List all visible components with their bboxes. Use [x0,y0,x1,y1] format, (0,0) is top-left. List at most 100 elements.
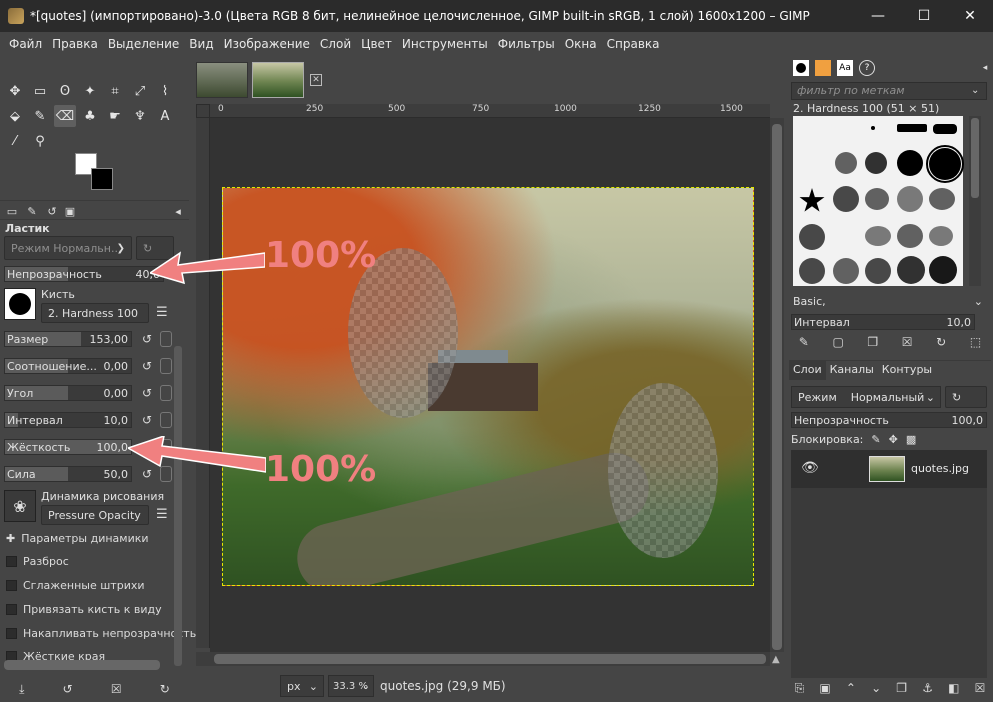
fuzzy-select-icon[interactable]: ✦ [79,80,101,102]
ratio-slider[interactable]: Соотношение... 0,00 [4,358,132,374]
delete-brush-icon[interactable]: ☒ [902,335,913,349]
open-brush-as-image-icon[interactable]: ⬚ [970,335,981,349]
spacing-slider[interactable]: Интервал 10,0 [4,412,132,428]
layer-mode-combo[interactable]: Режим Нормальный ⌄ [791,386,941,408]
angle-link-icon[interactable] [160,385,172,401]
menu-select[interactable]: Выделение [103,37,184,51]
transform-icon[interactable]: ⤢ [129,80,151,102]
smooth-stroke-checkbox-box[interactable] [6,579,17,591]
zoom-icon[interactable]: ⚲ [29,130,51,152]
dynamics-options-expander[interactable]: ✚ Параметры динамики [6,530,149,546]
brush-item[interactable] [897,150,923,176]
rect-select-icon[interactable]: ▭ [29,80,51,102]
canvas-vscroll[interactable] [770,118,784,652]
size-link-icon[interactable] [160,331,172,347]
move-tool-icon[interactable]: ✥ [4,80,26,102]
anchor-layer-icon[interactable]: ⚓ [922,681,933,695]
minimize-button[interactable]: — [855,0,901,32]
close-tab-icon[interactable]: ✕ [310,74,322,86]
menu-color[interactable]: Цвет [356,37,397,51]
raise-layer-icon[interactable]: ⌃ [846,681,856,695]
jitter-checkbox-box[interactable] [6,555,17,567]
brush-item[interactable] [897,256,925,284]
spacing-reset-icon[interactable]: ↺ [140,413,154,427]
zoom-combo[interactable]: 33.3 % ⌄ [328,675,374,697]
dynamics-name-field[interactable]: Pressure Opacity [41,505,149,525]
brush-spacing-slider[interactable]: Интервал 10,0 [791,314,975,330]
left-vscroll-thumb[interactable] [174,346,182,666]
fonts-tab-icon[interactable]: Aa [837,60,853,76]
refresh-brushes-icon[interactable]: ↻ [936,335,946,349]
brush-item[interactable] [799,258,825,284]
force-slider[interactable]: Сила 50,0 [4,466,132,482]
new-layer-group-icon[interactable]: ▣ [819,681,830,695]
clone-icon[interactable]: ♣ [79,105,101,127]
tab-paths[interactable]: Контуры [878,361,936,380]
brush-item[interactable] [799,188,825,212]
lock-position-icon[interactable]: ✥ [889,433,898,446]
brush-item[interactable] [865,258,891,284]
brush-grid[interactable] [793,116,964,286]
brush-filter-input[interactable]: фильтр по меткам [791,82,987,100]
smudge-icon[interactable]: ☛ [104,105,126,127]
menu-layer[interactable]: Слой [315,37,356,51]
device-status-tab-icon[interactable]: ✎ [24,203,40,219]
lower-layer-icon[interactable]: ⌄ [871,681,881,695]
brush-item[interactable] [871,126,875,130]
tab-layers[interactable]: Слои [789,361,826,380]
incremental-checkbox[interactable]: Накапливать непрозрачность [6,625,196,641]
jitter-checkbox[interactable]: Разброс [6,553,69,569]
restore-preset-icon[interactable]: ↺ [63,682,73,696]
text-tool-icon[interactable]: A [154,105,176,127]
bucket-fill-icon[interactable]: ⬙ [4,105,26,127]
brush-grid-scroll-thumb[interactable] [971,118,979,198]
brush-item[interactable] [929,188,955,210]
new-brush-icon[interactable]: ▢ [832,335,843,349]
brush-grid-scroll[interactable] [969,116,981,286]
menu-tools[interactable]: Инструменты [397,37,493,51]
brush-item[interactable] [929,256,957,284]
brush-set-combo[interactable]: Basic, ⌄ [791,292,987,312]
patterns-tab-icon[interactable] [815,60,831,76]
path-icon[interactable]: ♆ [129,105,151,127]
help-tab-icon[interactable]: ? [859,60,875,76]
brush-item[interactable] [933,124,957,134]
angle-slider[interactable]: Угол 0,00 [4,385,132,401]
brush-item[interactable] [897,224,923,248]
angle-reset-icon[interactable]: ↺ [140,386,154,400]
brush-name-field[interactable]: 2. Hardness 100 [41,303,149,323]
size-slider[interactable]: Размер 153,00 [4,331,132,347]
layer-mask-icon[interactable]: ◧ [948,681,959,695]
brush-item[interactable] [897,124,927,132]
left-hscroll-thumb[interactable] [4,660,160,670]
menu-image[interactable]: Изображение [219,37,315,51]
paintbrush-icon[interactable]: ✎ [29,105,51,127]
brush-item[interactable] [929,226,953,246]
brush-item-selected[interactable] [926,145,964,183]
menu-help[interactable]: Справка [602,37,665,51]
smooth-stroke-checkbox[interactable]: Сглаженные штрихи [6,577,145,593]
duplicate-brush-icon[interactable]: ❐ [867,335,878,349]
duplicate-layer-icon[interactable]: ❐ [896,681,907,695]
layer-mode-reset-combo[interactable]: ↻ [945,386,987,408]
menu-file[interactable]: Файл [4,37,47,51]
mode-combo[interactable]: Режим Нормальн... ❯ [4,236,132,260]
edit-dynamics-icon[interactable]: ☰ [156,507,168,522]
canvas-hscroll[interactable] [210,652,770,666]
brush-item[interactable] [897,186,923,212]
lock-alpha-icon[interactable]: ▩ [906,433,916,446]
crop-icon[interactable]: ⌗ [104,80,126,102]
edit-brush-icon[interactable]: ☰ [156,305,168,320]
navigate-corner-icon[interactable] [196,652,210,666]
color-picker-icon[interactable]: ⁄ [4,130,26,152]
ratio-link-icon[interactable] [160,358,172,374]
edit-brush-icon[interactable]: ✎ [799,335,809,349]
brush-preview[interactable] [4,288,36,320]
chevron-down-icon[interactable]: ⌄ [971,85,979,96]
quickmask-corner-icon[interactable] [196,104,210,118]
brush-item[interactable] [799,224,825,250]
image-tab-1[interactable] [196,62,248,98]
layer-row[interactable]: 👁 quotes.jpg [791,450,987,488]
hardness-slider[interactable]: Жёсткость 100,0 [4,439,132,455]
delete-layer-icon[interactable]: ☒ [975,681,986,695]
